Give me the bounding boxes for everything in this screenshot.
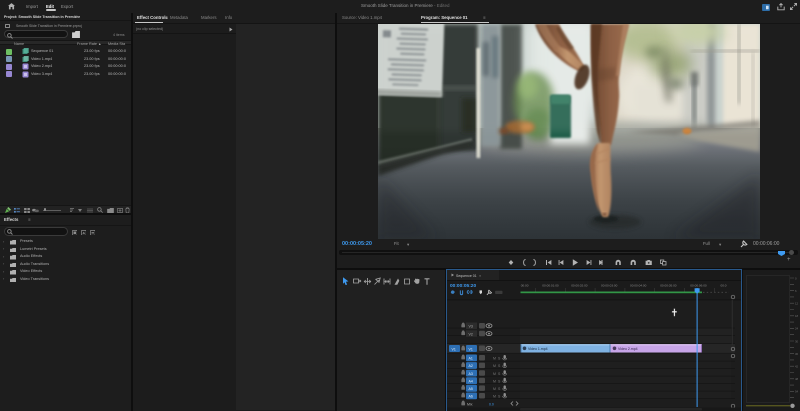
svg-text:Video 1.mp4: Video 1.mp4 <box>528 347 548 351</box>
svg-text:54: 54 <box>795 390 799 394</box>
svg-text:30: 30 <box>795 339 799 343</box>
svg-text:12: 12 <box>795 302 799 306</box>
svg-text:36: 36 <box>795 352 799 356</box>
svg-text:M: M <box>493 395 496 399</box>
svg-text:M: M <box>493 364 496 368</box>
svg-text:24: 24 <box>795 327 799 331</box>
svg-text:≡: ≡ <box>479 274 481 278</box>
svg-text:A6: A6 <box>469 395 473 399</box>
svg-text:A2: A2 <box>469 364 473 368</box>
svg-text:6: 6 <box>795 289 797 293</box>
svg-text:48: 48 <box>795 377 799 381</box>
svg-text:Video 2.mp4: Video 2.mp4 <box>618 347 638 351</box>
svg-text:00:0: 00:0 <box>721 284 727 288</box>
svg-text:00:00:06:00: 00:00:06:00 <box>690 284 707 288</box>
svg-text:M: M <box>493 387 496 391</box>
svg-text:A3: A3 <box>469 372 473 376</box>
svg-text:V2: V2 <box>469 332 473 336</box>
svg-text:V1: V1 <box>452 347 456 351</box>
svg-text:00:00:05:20: 00:00:05:20 <box>450 283 476 289</box>
svg-text:0: 0 <box>795 276 797 280</box>
svg-text:00:00: 00:00 <box>521 284 529 288</box>
svg-text:A1: A1 <box>469 357 473 361</box>
svg-text:42: 42 <box>795 365 799 369</box>
svg-text:00:00:05:00: 00:00:05:00 <box>660 284 677 288</box>
svg-text:V3: V3 <box>469 325 473 329</box>
svg-text:18: 18 <box>795 314 799 318</box>
svg-text:00:00:01:00: 00:00:01:00 <box>542 284 559 288</box>
svg-text:0.0: 0.0 <box>489 403 494 407</box>
svg-text:00:00:02:00: 00:00:02:00 <box>571 284 588 288</box>
svg-text:M: M <box>493 372 496 376</box>
svg-text:Mix: Mix <box>467 403 473 407</box>
svg-text:A4: A4 <box>469 379 473 383</box>
svg-text:V1: V1 <box>469 347 473 351</box>
svg-text:Sequence 01: Sequence 01 <box>456 274 477 278</box>
svg-text:M: M <box>493 357 496 361</box>
svg-text:A5: A5 <box>469 387 473 391</box>
svg-text:M: M <box>493 379 496 383</box>
svg-text:00:00:03:00: 00:00:03:00 <box>601 284 618 288</box>
svg-text:00:00:04:00: 00:00:04:00 <box>630 284 647 288</box>
